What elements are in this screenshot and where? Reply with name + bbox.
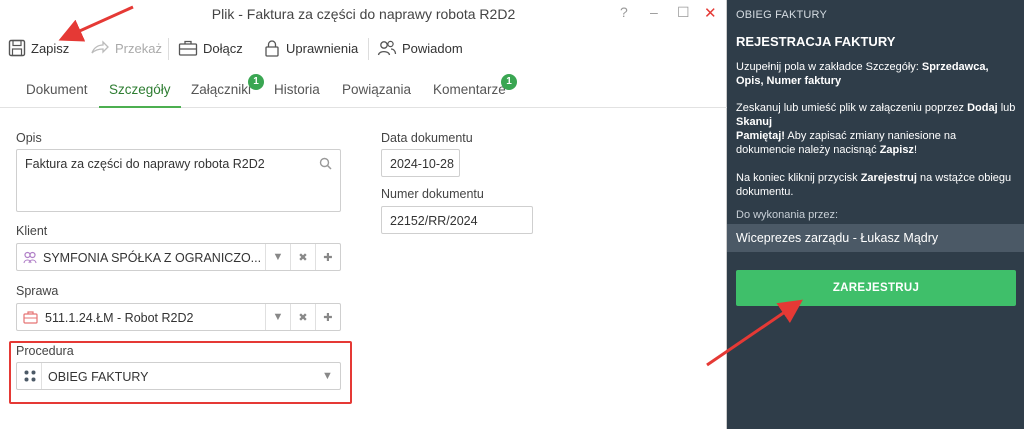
register-button[interactable]: ZAREJESTRUJ [736, 270, 1016, 306]
instruction-add: Dodaj [967, 102, 998, 114]
instruction-text: lub [997, 102, 1016, 114]
company-icon [23, 250, 37, 267]
workflow-panel: OBIEG FAKTURY REJESTRACJA FAKTURY Uzupeł… [727, 0, 1024, 429]
add-plus-icon[interactable]: ✚ [315, 244, 340, 270]
instruction-remember-save: Pamiętaj! Aby zapisać zmiany naniesione … [736, 129, 1016, 157]
numer-dokumentu-field[interactable]: 22152/RR/2024 [381, 206, 533, 234]
tab-powiazania[interactable]: Powiązania [342, 82, 411, 108]
instruction-text: Zeskanuj lub umieść plik w załączeniu po… [736, 102, 968, 114]
tab-komentarze[interactable]: Komentarze [433, 82, 506, 108]
field-divider [41, 363, 42, 389]
sprawa-value: 511.1.24.ŁM - Robot R2D2 [45, 311, 194, 325]
assignee-value: Wiceprezes zarządu - Łukasz Mądry [727, 224, 1024, 252]
minimize-button[interactable]: – [650, 4, 658, 20]
klient-label: Klient [16, 224, 48, 238]
tab-szczegoly[interactable]: Szczegóły [99, 82, 181, 108]
klient-field[interactable]: SYMFONIA SPÓŁKA Z OGRANICZO... ▼ ✖ ✚ [16, 243, 341, 271]
users-icon [377, 39, 397, 57]
klient-actions: ▼ ✖ ✚ [265, 244, 340, 270]
dropdown-caret-icon[interactable]: ▼ [265, 244, 290, 270]
workflow-grid-icon [23, 369, 37, 386]
tab-dokument[interactable]: Dokument [26, 82, 88, 108]
toolbar-divider [368, 38, 369, 60]
instruction-text: ! [913, 144, 917, 156]
instruction-fill-fields: Uzupełnij pola w zakładce Szczegóły: Spr… [736, 60, 1016, 88]
save-label: Zapisz [31, 40, 70, 56]
attachments-count-badge: 1 [248, 74, 264, 90]
document-window: Plik - Faktura za części do naprawy robo… [0, 0, 727, 429]
klient-value: SYMFONIA SPÓŁKA Z OGRANICZO... [43, 251, 262, 265]
sprawa-field[interactable]: 511.1.24.ŁM - Robot R2D2 ▼ ✖ ✚ [16, 303, 341, 331]
instruction-register-word: Zarejestruj [860, 172, 917, 184]
forward-button[interactable]: Przekaż [90, 32, 162, 64]
save-button[interactable]: Zapisz [8, 32, 69, 64]
numer-dokumentu-value: 22152/RR/2024 [390, 214, 478, 228]
forward-label: Przekaż [115, 40, 162, 56]
sprawa-label: Sprawa [16, 284, 59, 298]
forward-arrow-icon [90, 39, 110, 57]
instruction-register: Na koniec kliknij przycisk Zarejestruj n… [736, 171, 1016, 199]
tab-bar: Dokument Szczegóły Załączniki Historia P… [0, 74, 727, 108]
case-briefcase-icon [23, 310, 38, 327]
assignee-label: Do wykonania przez: [736, 209, 839, 221]
workflow-step-title: REJESTRACJA FAKTURY [736, 34, 896, 49]
instruction-attach-file: Zeskanuj lub umieść plik w załączeniu po… [736, 101, 1016, 129]
notify-button[interactable]: Powiadom [377, 32, 463, 64]
tab-historia[interactable]: Historia [274, 82, 320, 108]
maximize-button[interactable]: ☐ [677, 4, 690, 21]
toolbar: Zapisz Przekaż Dołącz Uprawnienia Powiad… [0, 32, 727, 64]
instruction-text: Uzupełnij pola w zakładce Szczegóły: [736, 61, 922, 73]
opis-field[interactable]: Faktura za części do naprawy robota R2D2 [16, 149, 341, 212]
search-icon[interactable] [319, 157, 332, 173]
data-dokumentu-label: Data dokumentu [381, 131, 473, 145]
close-button[interactable]: ✕ [704, 4, 717, 22]
procedura-label: Procedura [16, 344, 74, 358]
opis-value: Faktura za części do naprawy robota R2D2 [25, 157, 265, 171]
data-dokumentu-field[interactable]: 2024-10-28 [381, 149, 460, 177]
dropdown-caret-icon[interactable]: ▼ [315, 363, 340, 389]
title-bar: Plik - Faktura za części do naprawy robo… [0, 0, 727, 28]
data-dokumentu-value: 2024-10-28 [390, 157, 454, 171]
tab-zalaczniki[interactable]: Załączniki [191, 82, 251, 108]
padlock-icon [263, 39, 281, 57]
instruction-scan: Skanuj [736, 116, 773, 128]
dropdown-caret-icon[interactable]: ▼ [265, 304, 290, 330]
attach-button[interactable]: Dołącz [178, 32, 243, 64]
instruction-text: Na koniec kliknij przycisk [736, 172, 861, 184]
clear-x-icon[interactable]: ✖ [290, 244, 315, 270]
notify-label: Powiadom [402, 40, 463, 56]
clear-x-icon[interactable]: ✖ [290, 304, 315, 330]
workflow-name: OBIEG FAKTURY [736, 9, 828, 21]
procedura-value: OBIEG FAKTURY [48, 370, 149, 384]
add-plus-icon[interactable]: ✚ [315, 304, 340, 330]
briefcase-icon [178, 39, 198, 57]
window-title: Plik - Faktura za części do naprawy robo… [211, 6, 516, 22]
opis-label: Opis [16, 131, 42, 145]
floppy-disk-icon [8, 39, 26, 57]
procedura-field[interactable]: OBIEG FAKTURY ▼ [16, 362, 341, 390]
comments-count-badge: 1 [501, 74, 517, 90]
permissions-button[interactable]: Uprawnienia [263, 32, 358, 64]
permissions-label: Uprawnienia [286, 40, 359, 56]
instruction-remember: Pamiętaj! [736, 130, 785, 142]
instruction-save: Zapisz [879, 144, 914, 156]
toolbar-divider [168, 38, 169, 60]
help-button[interactable]: ? [620, 4, 628, 20]
procedura-actions: ▼ [315, 363, 340, 389]
sprawa-actions: ▼ ✖ ✚ [265, 304, 340, 330]
numer-dokumentu-label: Numer dokumentu [381, 187, 484, 201]
attach-label: Dołącz [203, 40, 243, 56]
